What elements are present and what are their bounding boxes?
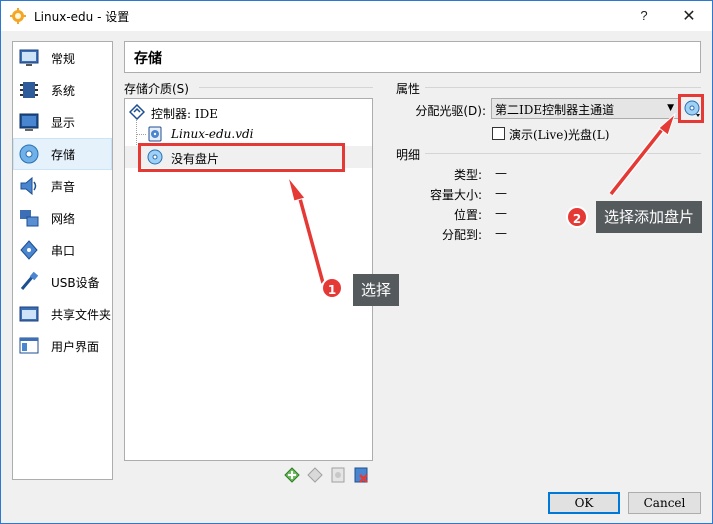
page-title: 存储 bbox=[134, 51, 162, 67]
tree-item-vdi[interactable]: Linux-edu.vdi bbox=[125, 123, 372, 145]
tree-controller-row[interactable]: 控制器: IDE bbox=[125, 101, 372, 123]
sidebar-item-audio[interactable]: 声音 bbox=[14, 171, 111, 201]
sidebar-item-label: 常规 bbox=[51, 52, 76, 66]
highlight-box-empty-disk bbox=[138, 143, 345, 172]
sidebar-item-general[interactable]: 常规 bbox=[14, 43, 111, 73]
live-cd-label[interactable]: 演示(Live)光盘(L) bbox=[509, 126, 609, 143]
usb-icon bbox=[20, 271, 39, 290]
add-attachment-icon[interactable] bbox=[329, 466, 347, 484]
drive-label: 分配光驱(D): bbox=[415, 104, 486, 118]
controller-label: 控制器: IDE bbox=[151, 107, 218, 121]
annotation-badge-1: 1 bbox=[321, 277, 343, 299]
cancel-button[interactable]: Cancel bbox=[628, 492, 701, 514]
annotation-callout-2: 选择添加盘片 bbox=[596, 201, 703, 233]
detail-size-value: — bbox=[495, 186, 507, 200]
sidebar-item-label: 网络 bbox=[51, 212, 76, 226]
sidebar-item-label: 声音 bbox=[51, 180, 76, 194]
annotation-badge-2: 2 bbox=[566, 206, 588, 228]
settings-sidebar: 常规 系统 显示 存储 声音 网络 串口 USB设备 共享文件夹 用户界面 bbox=[12, 41, 113, 480]
live-cd-checkbox[interactable] bbox=[492, 127, 505, 140]
details-group-label: 明细 bbox=[396, 148, 421, 162]
network-icon bbox=[20, 210, 39, 227]
attributes-group-divider bbox=[425, 87, 701, 88]
sidebar-item-usb[interactable]: USB设备 bbox=[14, 267, 111, 297]
ide-controller-icon bbox=[129, 104, 145, 120]
arrow-2 bbox=[608, 112, 677, 196]
help-button[interactable]: ? bbox=[621, 1, 667, 31]
storage-group-label: 存储介质(S) bbox=[124, 82, 189, 96]
sidebar-item-storage[interactable]: 存储 bbox=[13, 138, 112, 170]
sidebar-item-label: 共享文件夹 bbox=[51, 308, 112, 322]
annotation-callout-1: 选择 bbox=[353, 274, 400, 306]
chevron-down-icon: ▼ bbox=[667, 103, 674, 113]
detail-type-value: — bbox=[495, 166, 507, 180]
page-header: 存储 bbox=[124, 41, 701, 73]
sidebar-item-label: 存储 bbox=[51, 148, 76, 162]
sidebar-item-label: USB设备 bbox=[51, 276, 100, 290]
storage-group-divider bbox=[199, 87, 373, 88]
window-title: Linux-edu - 设置 bbox=[34, 10, 130, 24]
speaker-icon bbox=[20, 176, 37, 196]
sidebar-item-label: 系统 bbox=[51, 84, 76, 98]
add-controller-icon[interactable] bbox=[283, 466, 301, 484]
details-group-divider bbox=[425, 153, 701, 154]
sidebar-item-label: 用户界面 bbox=[51, 340, 100, 354]
sidebar-item-label: 显示 bbox=[51, 116, 76, 130]
detail-size-label: 容量大小: bbox=[429, 188, 482, 202]
sidebar-item-label: 串口 bbox=[51, 244, 76, 258]
detail-location-value: — bbox=[495, 206, 507, 220]
serial-icon bbox=[20, 240, 38, 260]
sidebar-item-serial[interactable]: 串口 bbox=[14, 235, 111, 265]
hard-disk-icon bbox=[148, 126, 162, 142]
settings-window: Linux-edu - 设置 ? ✕ 常规 系统 显示 存储 声音 网络 串口 … bbox=[0, 0, 713, 524]
detail-type-label: 类型: bbox=[453, 168, 482, 182]
detail-attached-value: — bbox=[495, 226, 507, 240]
highlight-box-choose-disk bbox=[678, 94, 704, 123]
display-icon bbox=[19, 113, 39, 131]
sidebar-item-shared-folders[interactable]: 共享文件夹 bbox=[14, 299, 111, 329]
sidebar-item-display[interactable]: 显示 bbox=[14, 107, 111, 137]
ok-button[interactable]: OK bbox=[548, 492, 620, 514]
folder-icon bbox=[19, 306, 39, 322]
disk-icon bbox=[19, 144, 39, 164]
virtualbox-gear-icon bbox=[10, 8, 26, 24]
sidebar-item-system[interactable]: 系统 bbox=[14, 75, 111, 105]
sidebar-item-network[interactable]: 网络 bbox=[14, 203, 111, 233]
drive-select[interactable]: 第二IDE控制器主通道 ▼ bbox=[491, 98, 679, 119]
monitor-icon bbox=[19, 49, 39, 66]
sidebar-item-user-interface[interactable]: 用户界面 bbox=[14, 331, 111, 361]
title-bar: Linux-edu - 设置 ? ✕ bbox=[1, 1, 712, 31]
detail-location-label: 位置: bbox=[453, 208, 482, 222]
ui-icon bbox=[19, 337, 39, 354]
remove-controller-icon[interactable] bbox=[306, 466, 324, 484]
attributes-group-label: 属性 bbox=[396, 82, 421, 96]
detail-attached-label: 分配到: bbox=[441, 228, 482, 242]
remove-attachment-icon[interactable] bbox=[352, 466, 370, 484]
drive-select-value: 第二IDE控制器主通道 bbox=[495, 103, 615, 117]
chip-icon bbox=[20, 82, 38, 98]
close-button[interactable]: ✕ bbox=[666, 1, 712, 31]
vdi-label: Linux-edu.vdi bbox=[171, 127, 254, 141]
